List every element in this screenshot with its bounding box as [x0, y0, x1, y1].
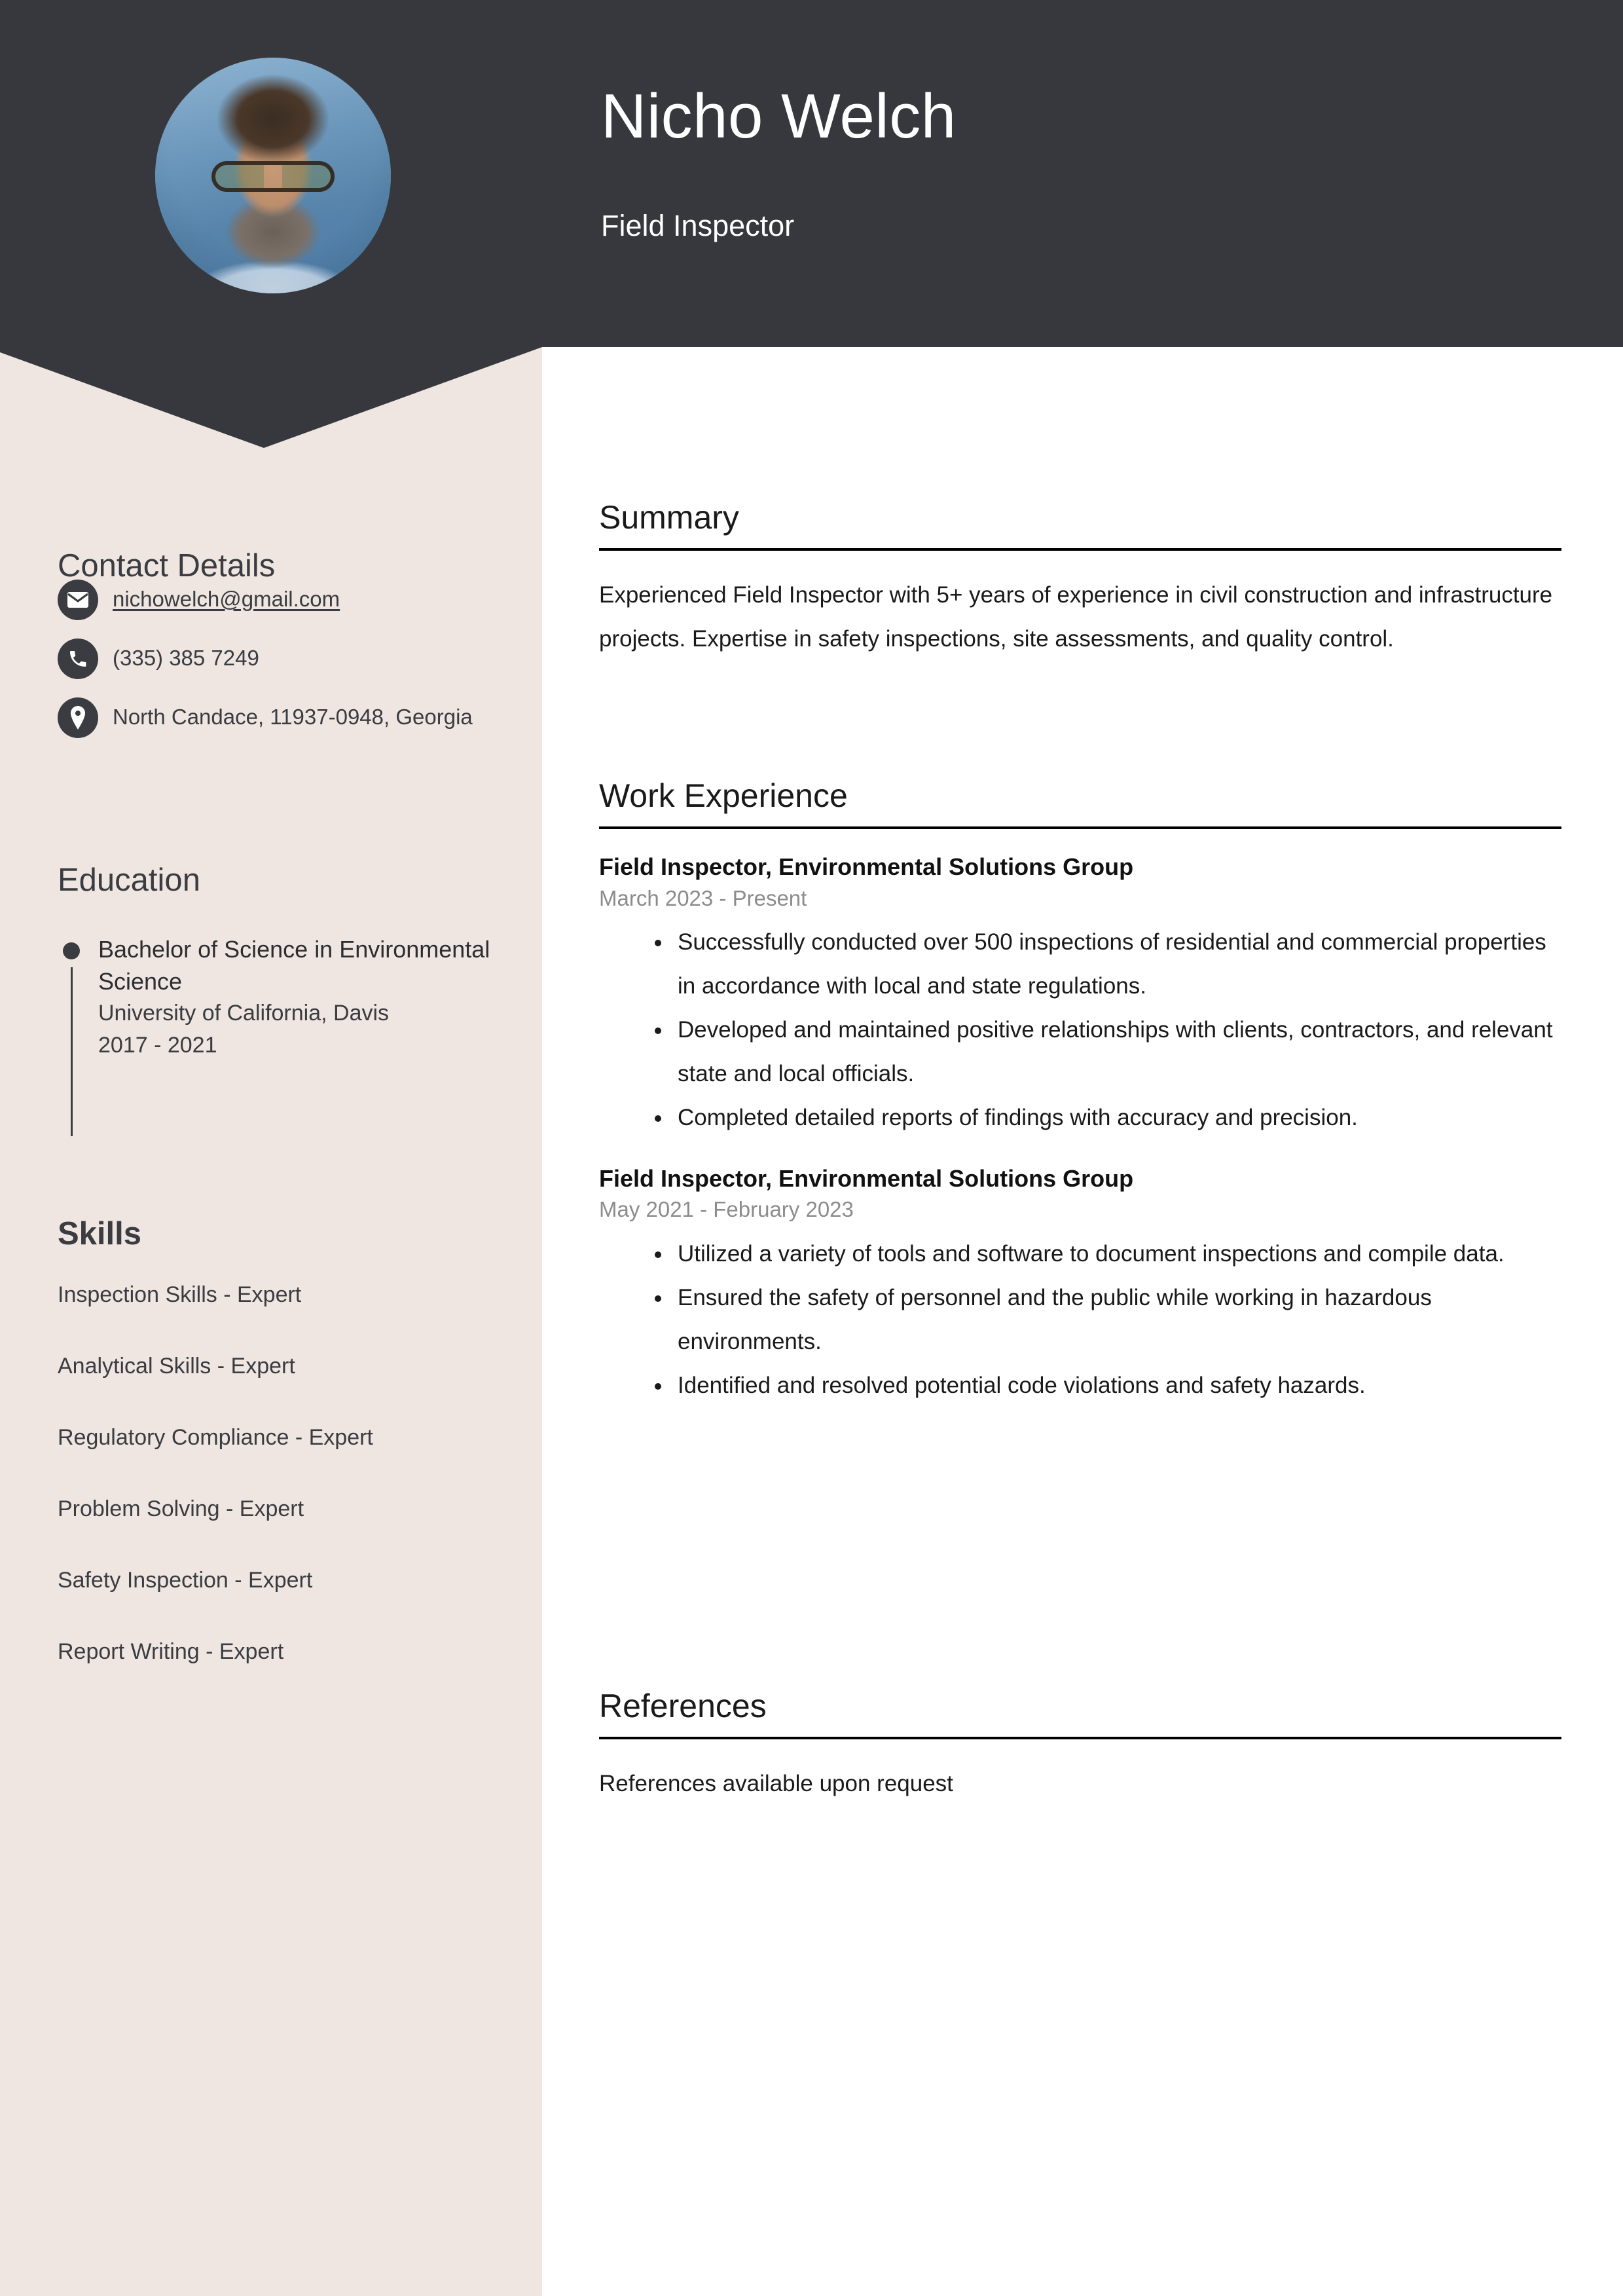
education-heading: Education	[58, 862, 200, 898]
skills-heading: Skills	[58, 1216, 142, 1251]
education-degree: Bachelor of Science in Environmental Sci…	[98, 936, 490, 995]
summary-section: Summary Experienced Field Inspector with…	[599, 501, 1561, 661]
portrait-photo	[155, 58, 391, 293]
skill-item: Safety Inspection - Expert	[58, 1568, 313, 1593]
skill-item: Analytical Skills - Expert	[58, 1354, 295, 1379]
location-pin-icon	[58, 697, 98, 738]
experience-bullet: Identified and resolved potential code v…	[672, 1363, 1561, 1407]
experience-bullet: Utilized a variety of tools and software…	[672, 1232, 1561, 1276]
experience-dates: March 2023 - Present	[599, 885, 807, 910]
work-experience-divider	[599, 826, 1561, 829]
summary-text: Experienced Field Inspector with 5+ year…	[599, 582, 1553, 652]
skill-item: Inspection Skills - Expert	[58, 1282, 302, 1307]
envelope-icon	[58, 580, 98, 620]
contact-item-address: North Candace, 11937-0948, Georgia	[58, 697, 516, 738]
skill-item: Regulatory Compliance - Expert	[58, 1425, 373, 1450]
experience-role: Field Inspector, Environmental Solutions…	[599, 853, 1134, 880]
education-school: University of California, Davis	[98, 1001, 390, 1026]
education-dates: 2017 - 2021	[98, 1033, 217, 1058]
experience-bullets: Utilized a variety of tools and software…	[599, 1232, 1561, 1407]
skill-item: Report Writing - Expert	[58, 1639, 284, 1664]
resume-page: Nicho Welch Field Inspector Contact Deta…	[0, 0, 1623, 2296]
experience-entry: Field Inspector, Environmental Solutions…	[599, 1163, 1561, 1407]
contact-email-value[interactable]: nichowelch@gmail.com	[113, 580, 340, 614]
contact-list: nichowelch@gmail.com (335) 385 7249 Nort…	[58, 580, 516, 756]
education-item: Bachelor of Science in Environmental Sci…	[58, 933, 516, 1136]
avatar	[155, 58, 391, 293]
experience-bullets: Successfully conducted over 500 inspecti…	[599, 920, 1561, 1139]
skills-list: Inspection Skills - Expert Analytical Sk…	[58, 1284, 529, 1712]
references-section: References References available upon req…	[599, 1690, 1561, 1805]
experience-bullet: Completed detailed reports of findings w…	[672, 1096, 1561, 1139]
contact-item-email[interactable]: nichowelch@gmail.com	[58, 580, 516, 620]
phone-icon	[58, 639, 98, 679]
job-title: Field Inspector	[601, 209, 795, 242]
skill-item: Problem Solving - Expert	[58, 1496, 304, 1521]
experience-bullet: Successfully conducted over 500 inspecti…	[672, 920, 1561, 1008]
work-experience-section: Work Experience Field Inspector, Environ…	[599, 779, 1561, 1414]
summary-divider	[599, 548, 1561, 551]
references-text: References available upon request	[599, 1771, 953, 1796]
experience-bullet: Ensured the safety of personnel and the …	[672, 1276, 1561, 1363]
contact-phone-value[interactable]: (335) 385 7249	[113, 639, 259, 673]
contact-details-heading: Contact Details	[58, 548, 276, 583]
experience-entry: Field Inspector, Environmental Solutions…	[599, 851, 1561, 1139]
page-title: Nicho Welch	[601, 81, 957, 151]
summary-heading: Summary	[599, 499, 739, 536]
timeline-line	[71, 967, 73, 1136]
experience-dates: May 2021 - February 2023	[599, 1197, 854, 1222]
references-heading: References	[599, 1688, 767, 1724]
experience-bullet: Developed and maintained positive relati…	[672, 1008, 1561, 1096]
experience-role: Field Inspector, Environmental Solutions…	[599, 1164, 1134, 1192]
references-divider	[599, 1737, 1561, 1739]
timeline-dot-icon	[63, 942, 80, 959]
contact-address-value: North Candace, 11937-0948, Georgia	[113, 705, 473, 729]
work-experience-heading: Work Experience	[599, 777, 848, 814]
contact-item-phone[interactable]: (335) 385 7249	[58, 639, 516, 679]
education-list: Bachelor of Science in Environmental Sci…	[58, 933, 516, 1136]
